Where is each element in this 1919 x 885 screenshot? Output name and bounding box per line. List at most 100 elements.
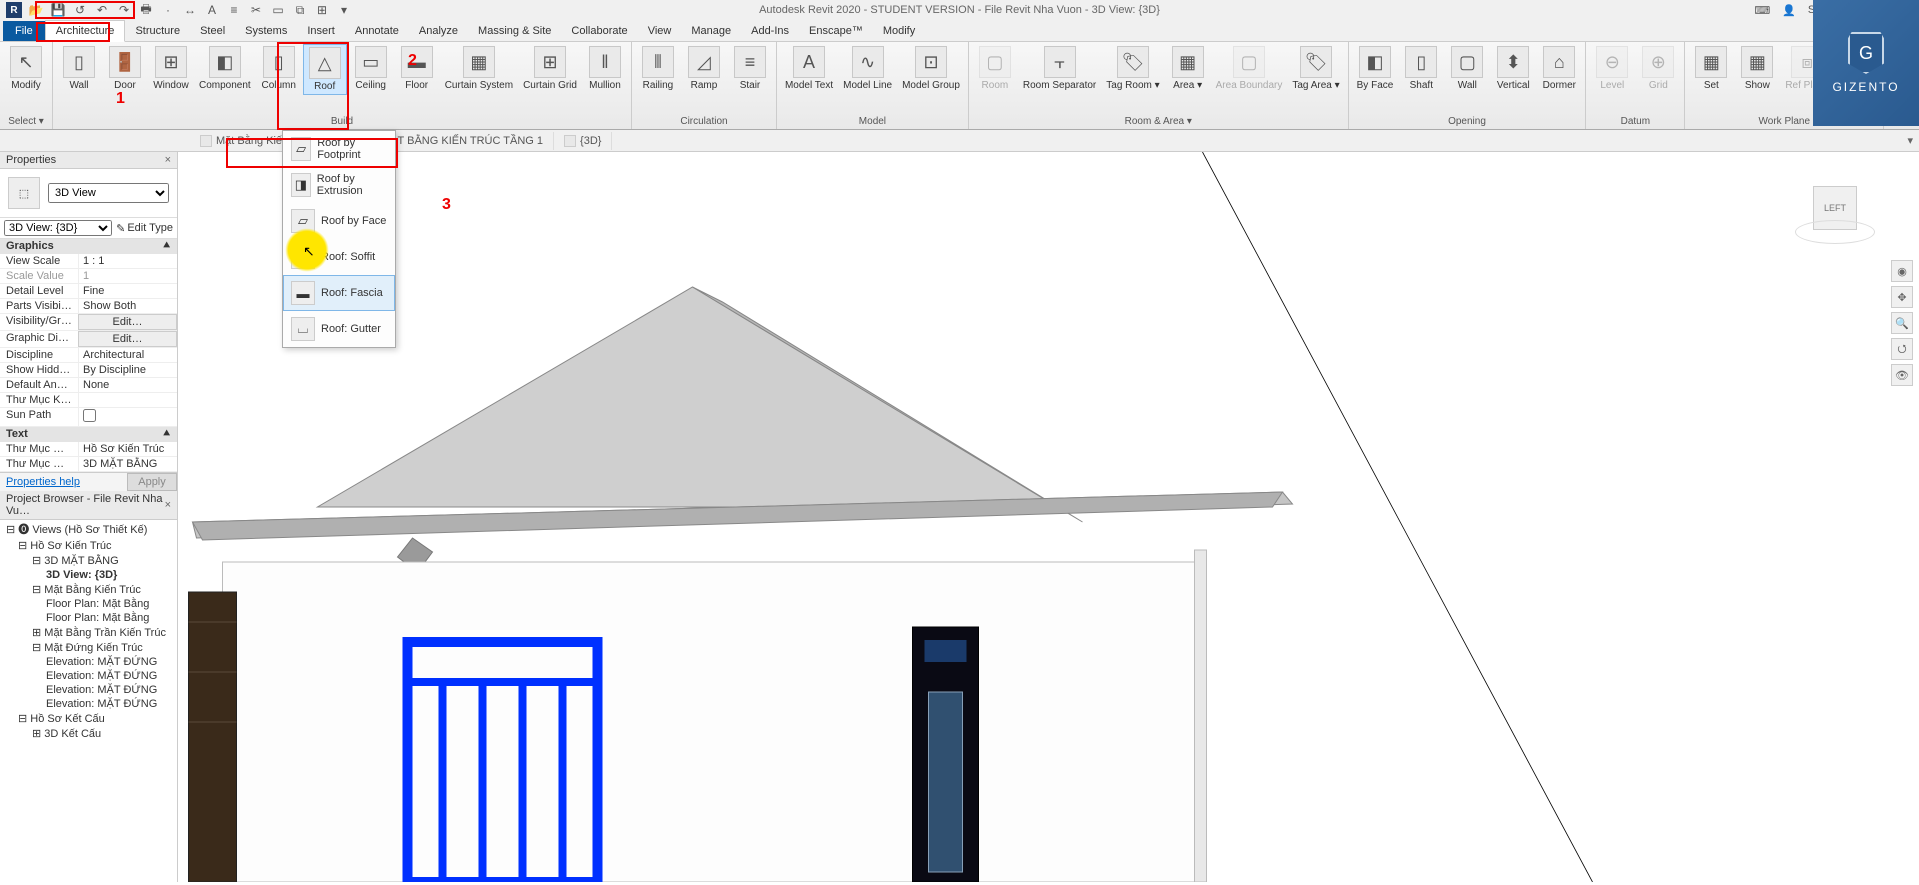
tree-node[interactable]: ⊞ 3D Kết Cấu — [0, 726, 177, 741]
user-icon[interactable]: 👤 — [1782, 4, 1796, 17]
category-graphics[interactable]: Graphics⯅ — [0, 239, 177, 254]
wall-opening-button[interactable]: ▢Wall — [1445, 44, 1489, 93]
qat-customize-icon[interactable]: ▾ — [336, 2, 352, 18]
tree-node[interactable]: Elevation: MẶT ĐỨNG — [0, 697, 177, 711]
tree-node[interactable]: ⊟ ⓿ Views (Hồ Sơ Thiết Kế) — [0, 520, 177, 538]
section-icon[interactable]: ✂ — [248, 2, 264, 18]
dim-icon[interactable]: ↔ — [182, 2, 198, 18]
tab-enscape[interactable]: Enscape™ — [799, 21, 873, 41]
tree-node[interactable]: ⊟ 3D MẶT BẰNG — [0, 553, 177, 568]
type-selector[interactable]: ⬚ 3D View — [0, 169, 177, 217]
type-select[interactable]: 3D View — [48, 183, 169, 203]
roof-by-footprint-item[interactable]: ▱Roof by Footprint — [283, 131, 395, 167]
tree-node[interactable]: Floor Plan: Mặt Bằng — [0, 597, 177, 611]
wall-button[interactable]: ▯Wall — [57, 44, 101, 93]
switch-windows-icon[interactable]: ⊞ — [314, 2, 330, 18]
tab-steel[interactable]: Steel — [190, 21, 235, 41]
prop-val[interactable]: Hồ Sơ Kiến Trúc — [78, 442, 177, 456]
prop-val[interactable]: 1 : 1 — [78, 254, 177, 268]
prop-val[interactable]: Show Both — [78, 299, 177, 313]
align-icon[interactable]: ≡ — [226, 2, 242, 18]
measure-icon[interactable]: · — [160, 2, 176, 18]
filter-select[interactable]: 3D View: {3D} — [4, 220, 112, 236]
file-tab[interactable]: File — [3, 21, 45, 41]
close-icon[interactable]: × — [165, 499, 171, 511]
close-inactive-icon[interactable]: ⧉ — [292, 2, 308, 18]
curtain-grid-button[interactable]: ⊞Curtain Grid — [519, 44, 581, 93]
text-icon[interactable]: A — [204, 2, 220, 18]
column-button[interactable]: ▯Column — [257, 44, 301, 93]
save-icon[interactable]: 💾 — [50, 2, 66, 18]
doc-tab-3[interactable]: {3D} — [554, 132, 612, 150]
print-icon[interactable]: 🖶 — [138, 2, 154, 18]
tree-node[interactable]: Floor Plan: Mặt Bằng — [0, 611, 177, 625]
keyin-icon[interactable]: ⌨ — [1754, 4, 1770, 17]
prop-val-button[interactable]: Edit… — [78, 331, 177, 347]
roof-by-extrusion-item[interactable]: ◨Roof by Extrusion — [283, 167, 395, 203]
prop-val[interactable]: By Discipline — [78, 363, 177, 377]
area-button[interactable]: ▦Area ▾ — [1166, 44, 1210, 93]
tag-area-button[interactable]: 🏷Tag Area ▾ — [1288, 44, 1343, 93]
tree-node[interactable]: ⊟ Mặt Đứng Kiến Trúc — [0, 640, 177, 655]
category-text[interactable]: Text⯅ — [0, 427, 177, 442]
stair-button[interactable]: ≡Stair — [728, 44, 772, 93]
prop-val-checkbox[interactable] — [78, 408, 177, 426]
prop-val-button[interactable]: Edit… — [78, 314, 177, 330]
show-button[interactable]: ▦Show — [1735, 44, 1779, 93]
redo-icon[interactable]: ↷ — [116, 2, 132, 18]
modify-button[interactable]: ↖Modify — [4, 44, 48, 93]
full-nav-wheel-icon[interactable]: ◉ — [1891, 260, 1913, 282]
look-icon[interactable]: 👁 — [1891, 364, 1913, 386]
railing-button[interactable]: ⦀Railing — [636, 44, 680, 93]
roof-gutter-item[interactable]: ⌴Roof: Gutter — [283, 311, 395, 347]
tab-addins[interactable]: Add-Ins — [741, 21, 799, 41]
tree-node[interactable]: Elevation: MẶT ĐỨNG — [0, 669, 177, 683]
model-line-button[interactable]: ∿Model Line — [839, 44, 896, 93]
thin-lines-icon[interactable]: ▭ — [270, 2, 286, 18]
tab-analyze[interactable]: Analyze — [409, 21, 468, 41]
grid-button[interactable]: ⊕Grid — [1636, 44, 1680, 93]
prop-val[interactable]: 3D MẶT BẰNG — [78, 457, 177, 471]
app-logo-icon[interactable]: R — [6, 2, 22, 18]
prop-val[interactable] — [78, 393, 177, 407]
tree-node[interactable]: ⊞ Mặt Bằng Trần Kiến Trúc — [0, 625, 177, 640]
tree-node[interactable]: ⊟ Hồ Sơ Kết Cấu — [0, 711, 177, 726]
ramp-button[interactable]: ◿Ramp — [682, 44, 726, 93]
viewcube-compass[interactable] — [1795, 220, 1875, 244]
tree-node[interactable]: Elevation: MẶT ĐỨNG — [0, 683, 177, 697]
set-button[interactable]: ▦Set — [1689, 44, 1733, 93]
zoom-icon[interactable]: 🔍 — [1891, 312, 1913, 334]
tab-collaborate[interactable]: Collaborate — [561, 21, 637, 41]
orbit-icon[interactable]: ⭯ — [1891, 338, 1913, 360]
group-label-room-area[interactable]: Room & Area ▾ — [973, 114, 1344, 129]
properties-help-link[interactable]: Properties help — [0, 473, 127, 491]
window-button[interactable]: ⊞Window — [149, 44, 193, 93]
edit-type-button[interactable]: Edit Type — [116, 220, 173, 236]
component-button[interactable]: ◧Component — [195, 44, 255, 93]
shaft-button[interactable]: ▯Shaft — [1399, 44, 1443, 93]
model-text-button[interactable]: AModel Text — [781, 44, 837, 93]
prop-val[interactable]: None — [78, 378, 177, 392]
curtain-system-button[interactable]: ▦Curtain System — [441, 44, 517, 93]
by-face-button[interactable]: ◧By Face — [1353, 44, 1398, 93]
tree-node[interactable]: ⊟ Mặt Bằng Kiến Trúc — [0, 582, 177, 597]
pan-icon[interactable]: ✥ — [1891, 286, 1913, 308]
room-sep-button[interactable]: ⫟Room Separator — [1019, 44, 1100, 93]
model-group-button[interactable]: ⊡Model Group — [898, 44, 964, 93]
sunpath-checkbox[interactable] — [83, 409, 96, 422]
tree-node-active[interactable]: 3D View: {3D} — [0, 568, 177, 582]
open-icon[interactable]: 📂 — [28, 2, 44, 18]
tree-node[interactable]: ⊟ Hồ Sơ Kiến Trúc — [0, 538, 177, 553]
prop-val[interactable]: Architectural — [78, 348, 177, 362]
tab-options-icon[interactable]: ▾ — [1907, 134, 1913, 147]
tab-manage[interactable]: Manage — [681, 21, 741, 41]
undo-icon[interactable]: ↶ — [94, 2, 110, 18]
tab-modify[interactable]: Modify — [873, 21, 925, 41]
tab-architecture[interactable]: Architecture — [45, 20, 126, 42]
tree-node[interactable]: Elevation: MẶT ĐỨNG — [0, 655, 177, 669]
dormer-button[interactable]: ⌂Dormer — [1537, 44, 1581, 93]
viewcube[interactable]: LEFT — [1795, 168, 1875, 248]
tag-room-button[interactable]: 🏷Tag Room ▾ — [1102, 44, 1163, 93]
sync-icon[interactable]: ↺ — [72, 2, 88, 18]
vertical-button[interactable]: ⬍Vertical — [1491, 44, 1535, 93]
